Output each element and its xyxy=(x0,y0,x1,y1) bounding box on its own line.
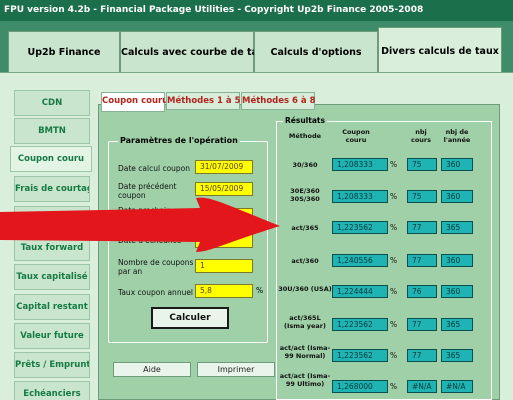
pct-label: % xyxy=(390,160,398,169)
label-taux-coupon: Taux coupon annuel xyxy=(118,288,194,297)
nbj-annee-result: 360 xyxy=(441,254,473,267)
nbj-result: 77 xyxy=(407,221,437,234)
nbj-result: 77 xyxy=(407,349,437,362)
tab-methodes-1-5[interactable]: Méthodes 1 à 5 xyxy=(166,92,241,110)
window-title: FPU version 4.2b - Financial Package Uti… xyxy=(0,0,513,21)
sidebar-item-valeur-future[interactable]: Valeur future xyxy=(14,323,90,349)
nbj-result: 75 xyxy=(407,190,437,203)
sidebar-item-cdn[interactable]: CDN xyxy=(14,90,90,116)
label-date-calcul: Date calcul coupon xyxy=(118,164,191,173)
nbj-annee-result: 360 xyxy=(441,190,473,203)
method-label: act/365 xyxy=(291,224,319,232)
method-label: 30/360 xyxy=(292,161,318,169)
nbj-annee-result: 365 xyxy=(441,349,473,362)
sidebar-item-coupon-couru[interactable]: Coupon couru xyxy=(10,146,92,172)
method-label: act/365L (Isma year) xyxy=(284,314,326,330)
nbj-annee-result: 360 xyxy=(441,158,473,171)
method-label: act/act (Isma-99 Normal) xyxy=(279,344,331,360)
calculate-button[interactable]: Calculer xyxy=(151,307,229,329)
nbj-result: 75 xyxy=(407,158,437,171)
coupon-result: 1,208333 xyxy=(332,190,388,203)
nbj-annee-result: 360 xyxy=(441,285,473,298)
pct-label: % xyxy=(390,287,398,296)
sidebar-item-taux-forward[interactable]: Taux forward xyxy=(14,235,90,261)
pct-label: % xyxy=(390,320,398,329)
date-calcul-field[interactable]: 31/07/2009 xyxy=(195,160,253,174)
date-prochain-field[interactable]: 15/05/2010 xyxy=(195,208,253,222)
method-label: 30E/360 30S/360 xyxy=(290,187,320,203)
header-method: Méthode xyxy=(288,132,322,140)
tab-coupon-couru[interactable]: Coupon couru xyxy=(101,92,168,112)
pct-label: % xyxy=(390,351,398,360)
label-date-prochain: Date prochain coupon xyxy=(118,206,171,224)
taux-coupon-field[interactable]: 5,8 xyxy=(195,284,253,298)
nbj-annee-result: #N/A xyxy=(441,380,473,393)
sidebar-item-frais-courtage[interactable]: Frais de courtage xyxy=(14,176,90,202)
tab-methodes-6-8[interactable]: Méthodes 6 à 8 xyxy=(241,92,316,110)
coupon-result: 1,240556 xyxy=(332,254,388,267)
nbj-result: 77 xyxy=(407,318,437,331)
top-tab-strip: Up2b Finance Calculs avec courbe de taux… xyxy=(0,21,513,75)
pct-label: % xyxy=(390,382,398,391)
label-nb-coupons: Nombre de coupons par an xyxy=(118,258,194,276)
coupon-result: 1,223562 xyxy=(332,349,388,362)
date-precedent-field[interactable]: 15/05/2009 xyxy=(195,182,253,196)
parameters-title: Paramètres de l'opération xyxy=(118,136,240,145)
header-nbj-annee: nbj de l'année xyxy=(443,128,471,144)
method-label: act/360 xyxy=(291,257,319,265)
header-nbj: nbj cours xyxy=(410,128,432,144)
sidebar-item-echeanciers[interactable]: Echéanciers xyxy=(14,381,90,400)
pct-label: % xyxy=(390,223,398,232)
label-date-precedent: Date précédent coupon xyxy=(118,182,177,200)
nbj-result: #N/A xyxy=(407,380,437,393)
nbj-annee-result: 365 xyxy=(441,318,473,331)
method-label: 30U/360 (USA) xyxy=(278,285,332,293)
pct-label: % xyxy=(390,256,398,265)
nbj-result: 76 xyxy=(407,285,437,298)
method-label: act/act (Isma-99 Ultimo) xyxy=(279,372,331,388)
date-echeance-field[interactable] xyxy=(195,234,253,248)
rate-unit: % xyxy=(256,286,264,295)
coupon-result: 1,223562 xyxy=(332,318,388,331)
label-date-echeance: Date d'échéance xyxy=(118,236,182,245)
tab-courbe-de-taux[interactable]: Calculs avec courbe de taux xyxy=(120,31,271,73)
tab-divers-calculs[interactable]: Divers calculs de taux xyxy=(378,27,502,75)
sidebar-item-bmtn[interactable]: BMTN xyxy=(14,118,90,144)
sidebar-item-transformations[interactable]: Transformations xyxy=(14,206,90,232)
sidebar-item-prets-emprunts[interactable]: Prêts / Emprunts xyxy=(14,352,90,378)
nbj-result: 77 xyxy=(407,254,437,267)
coupon-result: 1,223562 xyxy=(332,221,388,234)
tab-options[interactable]: Calculs d'options xyxy=(254,31,378,73)
sidebar-item-taux-capitalise[interactable]: Taux capitalisé xyxy=(14,264,90,290)
help-button[interactable]: Aide xyxy=(113,362,191,377)
tab-up2b-finance[interactable]: Up2b Finance xyxy=(8,31,120,73)
coupon-result: 1,268000 xyxy=(332,380,388,393)
header-coupon: Coupon couru xyxy=(342,128,370,144)
nbj-annee-result: 365 xyxy=(441,221,473,234)
coupon-result: 1,208333 xyxy=(332,158,388,171)
results-title: Résultats xyxy=(283,116,327,125)
pct-label: % xyxy=(390,192,398,201)
print-button[interactable]: Imprimer xyxy=(197,362,275,377)
sidebar-item-capital-restant[interactable]: Capital restant xyxy=(14,294,90,320)
nb-coupons-field[interactable]: 1 xyxy=(195,259,253,273)
coupon-result: 1,224444 xyxy=(332,285,388,298)
